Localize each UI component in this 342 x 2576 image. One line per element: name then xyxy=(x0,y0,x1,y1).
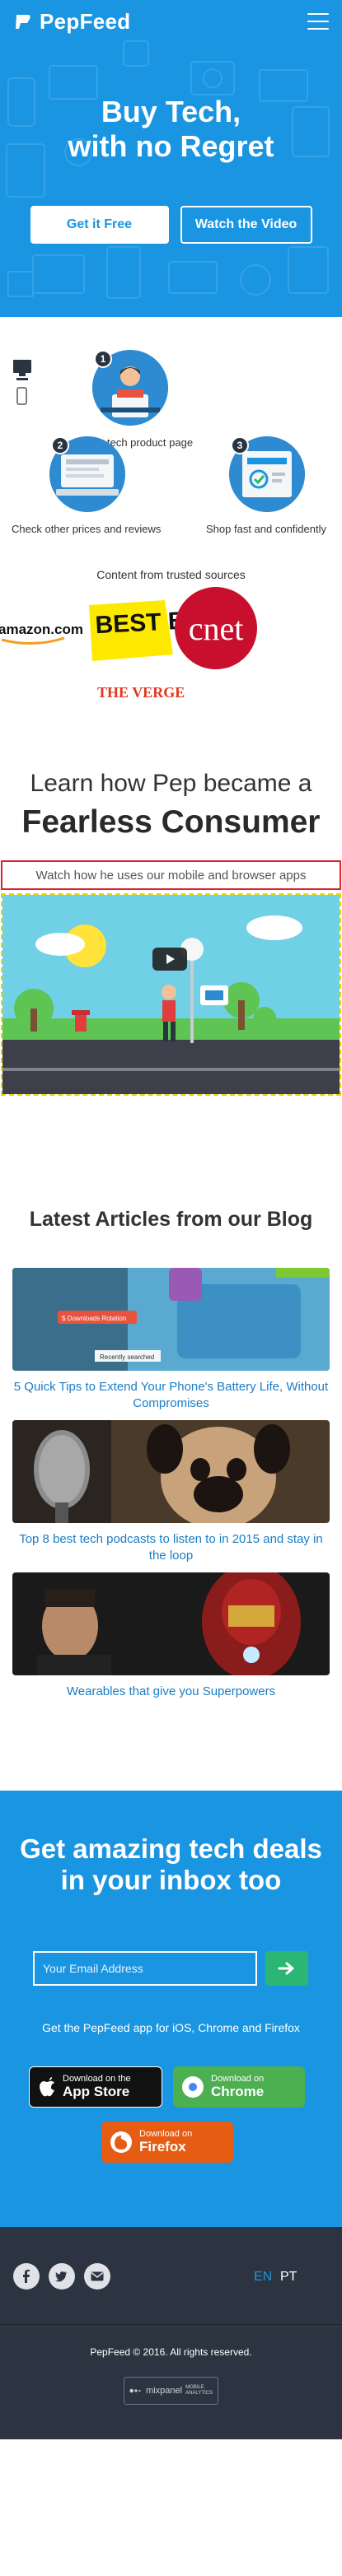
newsletter-title: Get amazing tech deals in your inbox too xyxy=(20,1833,322,1895)
appstore-small-text: Download on the xyxy=(63,2074,131,2084)
blog-article-2-image[interactable] xyxy=(12,1420,330,1523)
firefox-small-text: Download on xyxy=(139,2129,193,2139)
blog-article-1-title[interactable]: 5 Quick Tips to Extend Your Phone's Batt… xyxy=(12,1379,330,1412)
email-icon[interactable] xyxy=(84,2263,110,2290)
email-submit-button[interactable] xyxy=(265,1951,308,1986)
step-2-label: Check other prices and reviews xyxy=(12,523,162,535)
amazon-logo: amazon.com xyxy=(0,622,83,645)
appstore-button[interactable]: Download on the App Store xyxy=(29,2066,162,2108)
svg-text:Recently searched: Recently searched xyxy=(100,1353,154,1361)
firefox-button[interactable]: Download on Firefox xyxy=(101,2122,233,2163)
brand[interactable]: PepFeed xyxy=(13,9,130,35)
arrow-right-icon xyxy=(278,1962,294,1975)
blog-article-2[interactable]: Top 8 best tech podcasts to listen to in… xyxy=(12,1420,330,1564)
mixpanel-sub2: ANALYTICS xyxy=(185,2391,213,2396)
mixpanel-sub1: MOBILE xyxy=(185,2385,204,2390)
copyright-text: PepFeed © 2016. All rights reserved. xyxy=(90,2346,252,2358)
video-player[interactable] xyxy=(1,893,341,1096)
fearless-consumer-section: Learn how Pep became a Fearless Consumer… xyxy=(0,729,342,1190)
theverge-logo: THE VERGE xyxy=(97,684,185,701)
blog-section-title: Latest Articles from our Blog xyxy=(29,1208,313,1231)
fearless-heading-line2: Fearless Consumer xyxy=(21,804,321,840)
step-3-number: 3 xyxy=(231,436,249,454)
chrome-big-text: Chrome xyxy=(211,2084,265,2099)
step-1-label: tech product page xyxy=(107,436,194,449)
blog-article-1[interactable]: $ Downloads Rotation Recently searched 5… xyxy=(12,1268,330,1412)
hero-title-line1: Buy Tech, xyxy=(101,95,241,128)
brand-name: PepFeed xyxy=(40,8,131,34)
blog-section: Latest Articles from our Blog $ Download… xyxy=(0,1190,342,1791)
newsletter-section: Get amazing tech deals in your inbox too… xyxy=(0,1791,342,2227)
blog-article-1-image[interactable]: $ Downloads Rotation Recently searched xyxy=(12,1268,330,1371)
chrome-icon xyxy=(182,2076,204,2098)
hero-cta-group: Get it Free Watch the Video xyxy=(0,206,342,244)
blog-article-3[interactable]: Wearables that give you Superpowers xyxy=(12,1572,330,1700)
language-pt-link[interactable]: PT xyxy=(280,2270,297,2285)
top-navigation-bar: PepFeed xyxy=(0,0,342,43)
get-it-free-button[interactable]: Get it Free xyxy=(30,206,169,244)
video-play-button[interactable] xyxy=(152,948,187,971)
chrome-small-text: Download on xyxy=(211,2074,265,2084)
video-thumbnail xyxy=(2,895,340,1094)
firefox-icon xyxy=(110,2131,132,2153)
blog-article-3-image[interactable] xyxy=(12,1572,330,1675)
blog-article-2-title[interactable]: Top 8 best tech podcasts to listen to in… xyxy=(12,1531,330,1564)
play-icon xyxy=(166,954,175,964)
fearless-heading-line1: Learn how Pep became a xyxy=(30,770,312,797)
apple-icon xyxy=(40,2077,54,2097)
email-input[interactable] xyxy=(33,1951,257,1986)
hero-title: Buy Tech, with no Regret xyxy=(0,95,342,164)
svg-text:amazon.com: amazon.com xyxy=(0,622,83,637)
appstore-big-text: App Store xyxy=(63,2084,130,2099)
device-icons xyxy=(13,360,31,405)
svg-text:THE VERGE: THE VERGE xyxy=(97,684,185,701)
svg-text:cnet: cnet xyxy=(189,610,244,647)
svg-text:$ Downloads Rotation: $ Downloads Rotation xyxy=(62,1315,126,1322)
hero-title-line2: with no Regret xyxy=(68,129,274,163)
mixpanel-badge[interactable]: mixpanel MOBILE ANALYTICS xyxy=(124,2377,218,2405)
mixpanel-name: mixpanel xyxy=(146,2386,183,2396)
footer: EN PT PepFeed © 2016. All rights reserve… xyxy=(0,2227,342,2439)
watch-video-button[interactable]: Watch the Video xyxy=(180,206,312,244)
twitter-icon[interactable] xyxy=(49,2263,75,2290)
apps-availability-text: Get the PepFeed app for iOS, Chrome and … xyxy=(42,2021,300,2034)
firefox-big-text: Firefox xyxy=(139,2139,186,2154)
cnet-logo: cnet xyxy=(175,587,257,669)
hero-section: PepFeed Buy Tech, with no Regret Get it … xyxy=(0,0,342,317)
trusted-sources-logos: amazon.com BEST BUY cnet THE VERGE xyxy=(0,564,342,729)
facebook-icon[interactable] xyxy=(13,2263,40,2290)
step-2-number: 2 xyxy=(51,436,69,454)
language-en-link[interactable]: EN xyxy=(254,2270,272,2285)
mixpanel-dots-icon xyxy=(129,2388,141,2393)
how-it-works-section: 1 tech product page 2 Check other prices… xyxy=(0,317,342,581)
chrome-button[interactable]: Download on Chrome xyxy=(173,2066,305,2108)
step-1-number: 1 xyxy=(94,350,112,368)
footer-divider xyxy=(0,2324,342,2325)
watch-apps-banner[interactable]: Watch how he uses our mobile and browser… xyxy=(1,860,341,890)
watch-apps-text: Watch how he uses our mobile and browser… xyxy=(35,868,307,883)
pepfeed-logo-icon xyxy=(16,15,30,29)
step-3-label: Shop fast and confidently xyxy=(206,523,326,535)
blog-article-3-title[interactable]: Wearables that give you Superpowers xyxy=(12,1684,330,1700)
hamburger-menu-icon[interactable] xyxy=(307,13,329,30)
